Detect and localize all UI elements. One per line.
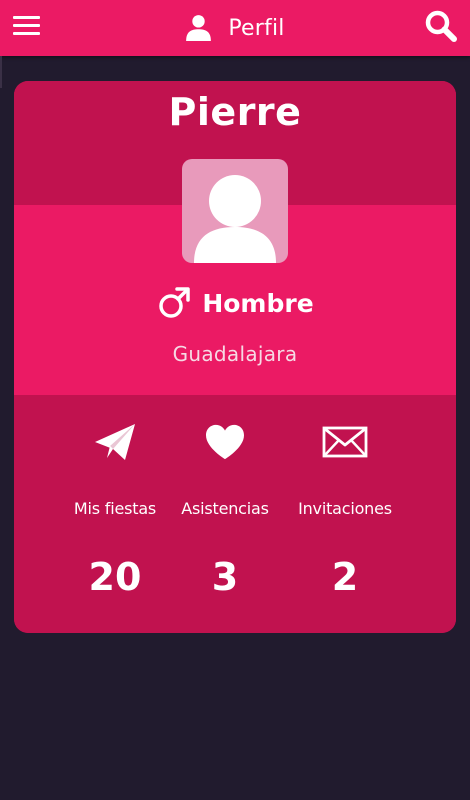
search-icon (425, 10, 457, 42)
search-button[interactable] (424, 9, 458, 43)
app-bar: Perfil (0, 0, 470, 56)
stat-icon-wrap (280, 415, 410, 469)
profile-name: Pierre (168, 90, 302, 134)
gender-row: Hombre (14, 281, 456, 325)
envelope-icon (322, 426, 368, 458)
profile-card: Pierre Hombre Guadalajara Mis fiestas 20 (14, 81, 456, 633)
stat-label: Invitaciones (298, 499, 392, 518)
stat-asistencias[interactable]: Asistencias 3 (160, 415, 290, 615)
page-title: Perfil (228, 15, 285, 41)
drawer-edge (0, 56, 2, 88)
stat-value: 3 (211, 555, 239, 599)
app-bar-title: Perfil (0, 0, 470, 56)
stat-icon-wrap (160, 415, 290, 469)
menu-button[interactable] (12, 12, 42, 42)
user-icon (186, 14, 212, 41)
city-label: Guadalajara (172, 342, 298, 366)
default-avatar-icon (194, 175, 276, 263)
gender-label: Hombre (202, 288, 314, 318)
avatar[interactable] (182, 159, 288, 263)
stat-label: Asistencias (181, 499, 269, 518)
hamburger-menu-icon-line (13, 32, 40, 35)
hamburger-menu-icon-line (13, 24, 40, 27)
male-symbol-icon (159, 287, 191, 318)
paper-plane-icon (95, 424, 135, 460)
hamburger-menu-icon (13, 16, 40, 19)
stat-value: 2 (331, 555, 359, 599)
heart-icon (206, 424, 244, 460)
stat-invitaciones[interactable]: Invitaciones 2 (280, 415, 410, 615)
